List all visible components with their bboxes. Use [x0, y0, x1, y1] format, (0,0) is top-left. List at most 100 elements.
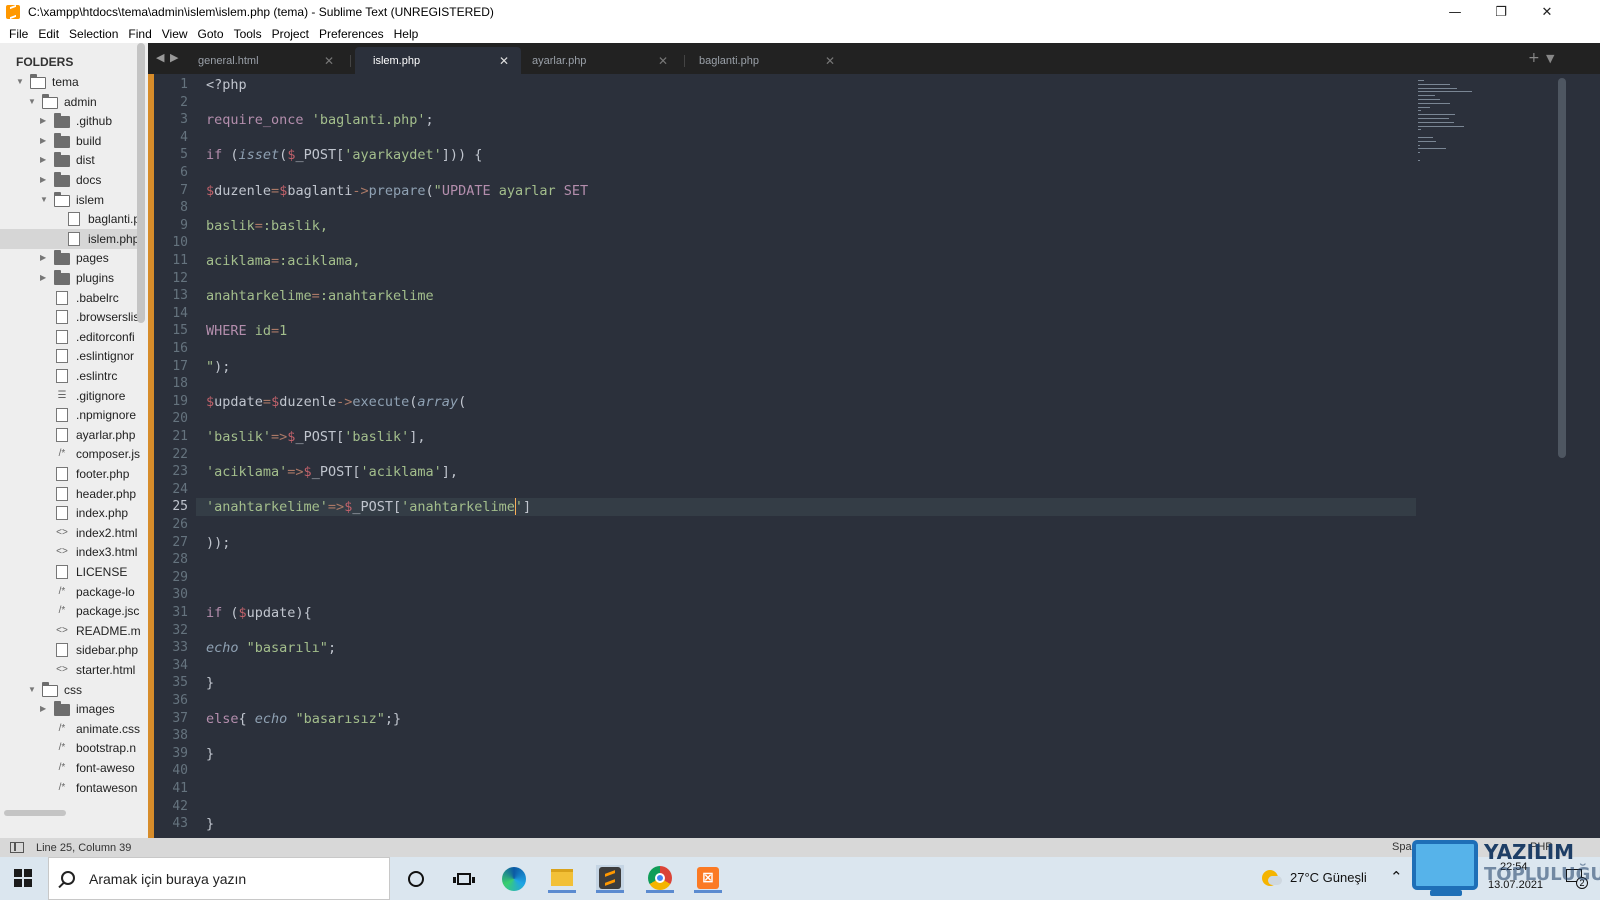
line-number: 25 [172, 499, 188, 515]
chevron-down-icon[interactable]: ▼ [28, 685, 36, 694]
tree-item-label: .browserslis [76, 310, 140, 325]
tree-item[interactable]: LICENSE [0, 562, 140, 582]
tree-item[interactable]: /* package.jsc [0, 601, 140, 621]
tree-item[interactable]: ▶ pages [0, 248, 140, 268]
close-icon[interactable]: ✕ [499, 54, 509, 68]
menu-project[interactable]: Project [267, 27, 314, 41]
tree-item[interactable]: islem.php [0, 228, 140, 249]
menu-edit[interactable]: Edit [33, 27, 64, 41]
chevron-right-icon[interactable]: ▶ [40, 136, 48, 145]
tree-item[interactable]: ▼ css [0, 680, 140, 700]
tree-item[interactable]: <> index2.html [0, 523, 140, 543]
chevron-down-icon[interactable]: ▼ [16, 78, 24, 86]
tree-item[interactable]: ▶ .github [0, 111, 140, 131]
tab-ayarlar-php[interactable]: ayarlar.php ✕ [514, 47, 680, 74]
taskbar-search[interactable]: Aramak için buraya yazın [48, 857, 390, 900]
tree-item[interactable]: <> README.m [0, 621, 140, 641]
tree-item[interactable]: /* package-lo [0, 582, 140, 602]
tab-prev-icon[interactable]: ◀ [156, 51, 164, 64]
tree-item[interactable]: ▼ tema [0, 72, 140, 92]
weather-text[interactable]: 27°C Güneşli [1290, 870, 1367, 885]
sidebar-toggle-icon[interactable] [10, 842, 24, 853]
tree-item[interactable]: ▼ admin [0, 92, 140, 112]
menu-goto[interactable]: Goto [193, 27, 229, 41]
task-view-icon[interactable] [450, 865, 478, 893]
tab-baglanti-php[interactable]: baglanti.php ✕ [681, 47, 847, 74]
tree-item[interactable]: .editorconfi [0, 327, 140, 347]
chevron-down-icon[interactable]: ▼ [40, 195, 48, 204]
cortana-icon[interactable] [402, 865, 430, 893]
tree-item[interactable]: baglanti.p [0, 209, 140, 229]
sidebar-scrollbar[interactable] [137, 43, 145, 323]
menu-find[interactable]: Find [123, 27, 156, 41]
tree-item[interactable]: ☰ .gitignore [0, 386, 140, 406]
sidebar-horizontal-scrollbar[interactable] [4, 810, 66, 816]
chevron-right-icon[interactable]: ▶ [40, 274, 48, 282]
tree-item[interactable]: /* font-aweso [0, 758, 140, 778]
xampp-icon[interactable]: ⊠ [694, 865, 722, 893]
tree-item[interactable]: ▶ build [0, 131, 140, 151]
restore-button[interactable]: ❐ [1478, 0, 1524, 24]
menu-tools[interactable]: Tools [229, 27, 267, 41]
chevron-right-icon[interactable]: ▶ [40, 117, 48, 125]
sublime-text-taskbar-icon[interactable] [596, 865, 624, 893]
minimap[interactable] [1416, 74, 1556, 838]
tree-item[interactable]: <> starter.html [0, 660, 140, 680]
tree-item-label: css [64, 682, 82, 697]
tree-item[interactable]: sidebar.php [0, 640, 140, 660]
chevron-down-icon[interactable]: ▼ [28, 97, 36, 106]
close-icon[interactable]: ✕ [324, 54, 334, 68]
tree-item[interactable]: ▶ plugins [0, 268, 140, 288]
tree-item[interactable]: /* bootstrap.n [0, 738, 140, 758]
minimize-button[interactable]: — [1432, 0, 1478, 24]
tree-item[interactable]: .npmignore [0, 405, 140, 425]
tree-item[interactable]: /* animate.css [0, 719, 140, 739]
tree-item[interactable]: /* fontaweson [0, 778, 140, 798]
file-explorer-icon[interactable] [548, 865, 576, 893]
menu-help[interactable]: Help [389, 27, 424, 41]
tab-islem-php[interactable]: islem.php ✕ [355, 47, 521, 74]
windows-start-button[interactable] [14, 869, 32, 887]
tree-item[interactable]: footer.php [0, 464, 140, 484]
code-line: if (isset($_POST['ayarkaydet'])) { [206, 147, 483, 164]
chevron-right-icon[interactable]: ▶ [40, 176, 48, 184]
menu-selection[interactable]: Selection [64, 27, 123, 41]
tab-label: baglanti.php [699, 54, 759, 67]
chevron-right-icon[interactable]: ▶ [40, 156, 48, 164]
tree-item[interactable]: ▼ islem [0, 190, 140, 210]
tree-item[interactable]: <> index3.html [0, 542, 140, 562]
tab-menu-icon[interactable]: ▼ [1546, 52, 1554, 65]
close-window-button[interactable]: ✕ [1524, 0, 1570, 24]
tree-item[interactable]: ▶ docs [0, 170, 140, 190]
menu-view[interactable]: View [157, 27, 193, 41]
tray-expand-icon[interactable]: ⌃ [1390, 868, 1403, 886]
close-icon[interactable]: ✕ [658, 54, 668, 68]
watermark-text-line1: YAZILIM [1484, 840, 1575, 864]
menu-preferences[interactable]: Preferences [314, 27, 389, 41]
tree-item[interactable]: index.php [0, 503, 140, 523]
folder-icon [54, 250, 70, 266]
editor-scrollbar[interactable] [1558, 78, 1566, 458]
chevron-right-icon[interactable]: ▶ [40, 254, 48, 262]
tree-item[interactable]: header.php [0, 484, 140, 504]
weather-icon[interactable] [1262, 870, 1282, 886]
tree-item[interactable]: ▶ images [0, 699, 140, 719]
tree-item[interactable]: .eslintrc [0, 366, 140, 386]
code-line: <?php [206, 77, 247, 93]
tree-item[interactable]: /* composer.js [0, 444, 140, 464]
file-icon [56, 310, 68, 325]
close-icon[interactable]: ✕ [825, 54, 835, 68]
tree-item[interactable]: ▶ dist [0, 150, 140, 170]
menu-file[interactable]: File [4, 27, 33, 41]
tab-next-icon[interactable]: ▶ [170, 51, 178, 64]
tree-item[interactable]: .babelrc [0, 288, 140, 308]
tree-item[interactable]: .eslintignor [0, 346, 140, 366]
tree-item[interactable]: .browserslis [0, 307, 140, 327]
tree-item[interactable]: ayarlar.php [0, 425, 140, 445]
edge-browser-icon[interactable] [500, 865, 528, 893]
code-editor[interactable]: <?php require_once 'baglanti.php'; if (iss… [196, 74, 1416, 838]
tab-general-html[interactable]: general.html ✕ [180, 47, 346, 74]
chevron-right-icon[interactable]: ▶ [40, 705, 48, 713]
new-tab-icon[interactable]: + [1528, 50, 1540, 66]
chrome-browser-icon[interactable] [646, 865, 674, 893]
